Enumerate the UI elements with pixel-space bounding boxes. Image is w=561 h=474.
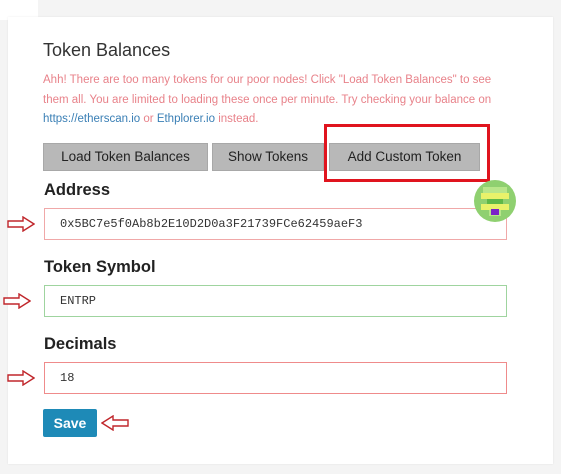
etherscan-link[interactable]: https://etherscan.io — [43, 113, 140, 125]
annotation-arrow-symbol-icon — [3, 293, 31, 309]
decimals-input[interactable]: 18 — [44, 362, 507, 394]
section-title: Token Balances — [43, 40, 171, 60]
warning-text-2: instead. — [218, 113, 259, 125]
token-symbol-input[interactable]: ENTRP — [44, 285, 507, 317]
ethplorer-link[interactable]: Ethplorer.io — [157, 113, 215, 125]
decimals-label: Decimals — [44, 335, 117, 353]
identicon-avatar-icon — [474, 180, 516, 222]
save-button[interactable]: Save — [43, 409, 97, 437]
address-input[interactable]: 0x5BC7e5f0Ab8b2E10D2D0a3F21739FCe62459ae… — [44, 208, 507, 240]
warning-or: or — [143, 113, 154, 125]
annotation-arrow-decimals-icon — [7, 370, 35, 386]
warning-text-1: Ahh! There are too many tokens for our p… — [43, 74, 492, 106]
address-label: Address — [44, 181, 111, 199]
load-token-balances-button[interactable]: Load Token Balances — [43, 143, 208, 171]
token-symbol-label: Token Symbol — [44, 258, 156, 276]
annotation-arrow-address-icon — [7, 216, 35, 232]
annotation-arrow-save-icon — [101, 415, 129, 431]
highlight-box — [324, 124, 490, 182]
show-tokens-button[interactable]: Show Tokens — [212, 143, 324, 171]
rate-limit-warning: Ahh! There are too many tokens for our p… — [43, 71, 513, 130]
